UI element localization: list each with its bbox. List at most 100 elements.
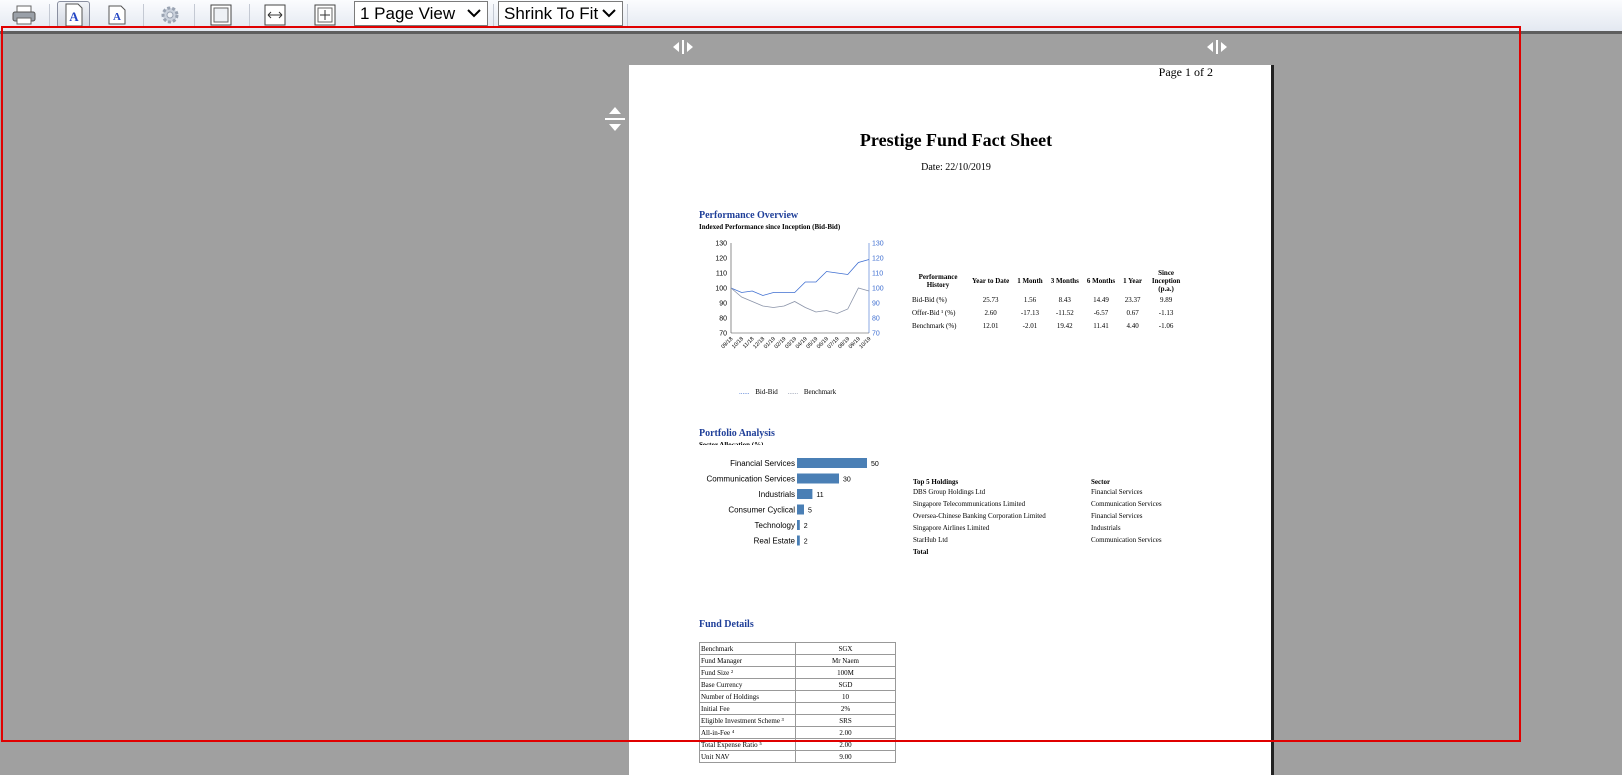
sector-value-label: 2	[804, 539, 808, 546]
svg-text:A: A	[69, 9, 79, 24]
legend-dots-icon: ......	[739, 388, 750, 396]
holdings-cell: Industrials	[1091, 524, 1121, 532]
fund-details-heading: Fund Details	[699, 619, 754, 630]
sector-label: Consumer Cyclical	[728, 506, 795, 515]
series-line-bid-bid	[730, 259, 870, 296]
fund-detail-value: 9.00	[795, 750, 896, 763]
printer-icon[interactable]	[9, 1, 39, 28]
performance-line-chart: 70 7080 8090 90100 100110 110120 120130 13009/1…	[715, 241, 884, 351]
fit-page-icon[interactable]	[310, 1, 340, 28]
performance-cell: 8.43	[1058, 295, 1071, 304]
fund-detail-row: Base Currency SGD	[699, 678, 896, 691]
performance-cell: -11.52	[1055, 308, 1074, 317]
portfolio-subheading: Sector Allocation (%)	[699, 441, 764, 445]
right-margin-handle-icon[interactable]	[1206, 40, 1228, 54]
performance-header-row: Performance History Year to Date 1 Month 3 …	[908, 269, 1186, 293]
sector-value-label: 5	[808, 508, 812, 515]
report-title: Prestige Fund Fact Sheet	[859, 130, 1053, 150]
x-tick-label: 10/19	[858, 336, 872, 350]
fund-detail-value: 2.00	[795, 726, 896, 739]
y2-tick-label: 110	[872, 271, 883, 278]
page-indicator: Page 1 of 2	[1158, 65, 1213, 79]
fund-detail-key: Initial Fee	[699, 702, 796, 715]
holdings-cell: Financial Services	[1091, 512, 1143, 520]
holdings-row: DBS Group Holdings Ltd Financial Services	[913, 486, 1217, 498]
performance-column-header: 3 Months	[1050, 277, 1079, 285]
single-page-icon[interactable]: A	[57, 1, 90, 28]
performance-cell: 12.01	[982, 321, 999, 330]
fund-detail-key: Eligible Investment Scheme ³	[699, 714, 796, 727]
fund-detail-value: 2%	[795, 702, 896, 715]
performance-column-header: 1 Month	[1017, 277, 1043, 285]
fund-detail-value: Mr Naem	[795, 654, 896, 667]
svg-text:A: A	[113, 11, 121, 23]
holdings-cell: Communication Services	[1091, 500, 1162, 508]
portfolio-heading: Portfolio Analysis	[699, 428, 775, 439]
fund-detail-value: SRS	[795, 714, 896, 727]
zoom-select[interactable]: Shrink To Fit	[498, 1, 623, 26]
fund-detail-key: Unit NAV	[699, 750, 796, 763]
performance-heading: Performance Overview	[699, 210, 799, 221]
holdings-row: Singapore Telecommunications Limited Comm…	[913, 498, 1217, 510]
y-tick-label: 70	[719, 331, 727, 338]
performance-cell: -1.13	[1158, 308, 1174, 317]
performance-cell: -6.57	[1093, 308, 1109, 317]
report-page: Page 1 of 2 Prestige Fund Fact Sheet Dat…	[629, 65, 1274, 775]
page-view-select[interactable]: 1 Page View	[354, 1, 488, 26]
performance-subheading: Indexed Performance since Inception (Bid…	[699, 223, 841, 231]
performance-row: Bid-Bid (%) 25.73 1.56 8.43 14.49 23.37 9.89	[908, 293, 1186, 306]
fund-detail-row: Initial Fee 2%	[699, 702, 896, 715]
fit-width-icon[interactable]	[260, 1, 290, 28]
fund-detail-key: Fund Manager	[699, 654, 796, 667]
sector-bar	[797, 489, 813, 499]
text-size-icon[interactable]: A	[102, 1, 132, 28]
fund-detail-row: All-in-Fee ⁴ 2.00	[699, 726, 896, 739]
holdings-cell: DBS Group Holdings Ltd	[913, 488, 986, 496]
fund-detail-row: Unit NAV 9.00	[699, 750, 896, 763]
sector-label: Financial Services	[730, 459, 795, 468]
performance-cell: 19.42	[1056, 321, 1073, 330]
series-line-benchmark	[730, 287, 870, 314]
holdings-total-row: Total	[913, 546, 1217, 558]
top-margin-handle-icon[interactable]	[604, 106, 626, 132]
fund-detail-row: Total Expense Ratio ⁵ 2.00	[699, 738, 896, 751]
sector-bar	[797, 504, 804, 515]
y-tick-label: 100	[715, 286, 727, 293]
y2-tick-label: 90	[872, 301, 880, 308]
fund-detail-row: Fund Manager Mr Naem	[699, 654, 896, 667]
viewer-toolbar: A A 1 Page View Shrink To Fit	[0, 0, 1622, 32]
holdings-total-label: Total	[913, 548, 929, 556]
zoom-select-value: Shrink To Fit	[504, 3, 599, 23]
page-view-icon[interactable]	[206, 1, 236, 28]
settings-gear-icon[interactable]	[155, 1, 185, 28]
y-tick-label: 130	[715, 241, 727, 248]
fund-detail-row: Benchmark SGX	[699, 642, 896, 655]
performance-cell: Benchmark (%)	[912, 321, 957, 330]
performance-cell: -2.01	[1022, 321, 1038, 330]
y-tick-label: 110	[716, 271, 727, 278]
performance-cell: 4.40	[1126, 321, 1139, 330]
fund-detail-value: 100M	[795, 666, 896, 679]
holdings-cell: StarHub Ltd	[913, 536, 948, 544]
performance-table: Performance History Year to Date 1 Month 3 …	[908, 269, 1186, 332]
sector-value-label: 50	[871, 461, 879, 468]
performance-cell: 9.89	[1159, 295, 1173, 304]
performance-cell: -17.13	[1020, 308, 1039, 317]
legend-dots-icon: ......	[787, 388, 799, 396]
left-margin-handle-icon[interactable]	[672, 40, 694, 54]
sector-label: Communication Services	[707, 475, 795, 484]
y2-tick-label: 80	[872, 316, 880, 323]
performance-column-header: Year to Date	[972, 277, 1010, 285]
top-holdings-table: Top 5 Holdings Sector DBS Group Holdings …	[913, 478, 1217, 558]
fund-detail-row: Eligible Investment Scheme ³ SRS	[699, 714, 896, 727]
performance-cell: Bid-Bid (%)	[912, 295, 947, 304]
fund-detail-key: Base Currency	[699, 678, 796, 691]
holdings-row: Oversea-Chinese Banking Corporation Limi…	[913, 510, 1217, 522]
y2-tick-label: 130	[872, 241, 884, 248]
sector-value-label: 2	[804, 523, 808, 530]
legend-bid-bid: Bid-Bid	[755, 388, 778, 396]
performance-cell: -1.06	[1158, 321, 1174, 330]
sector-value-label: 11	[816, 492, 823, 499]
sector-value-label: 30	[843, 477, 851, 484]
performance-cell: 1.56	[1023, 295, 1037, 304]
